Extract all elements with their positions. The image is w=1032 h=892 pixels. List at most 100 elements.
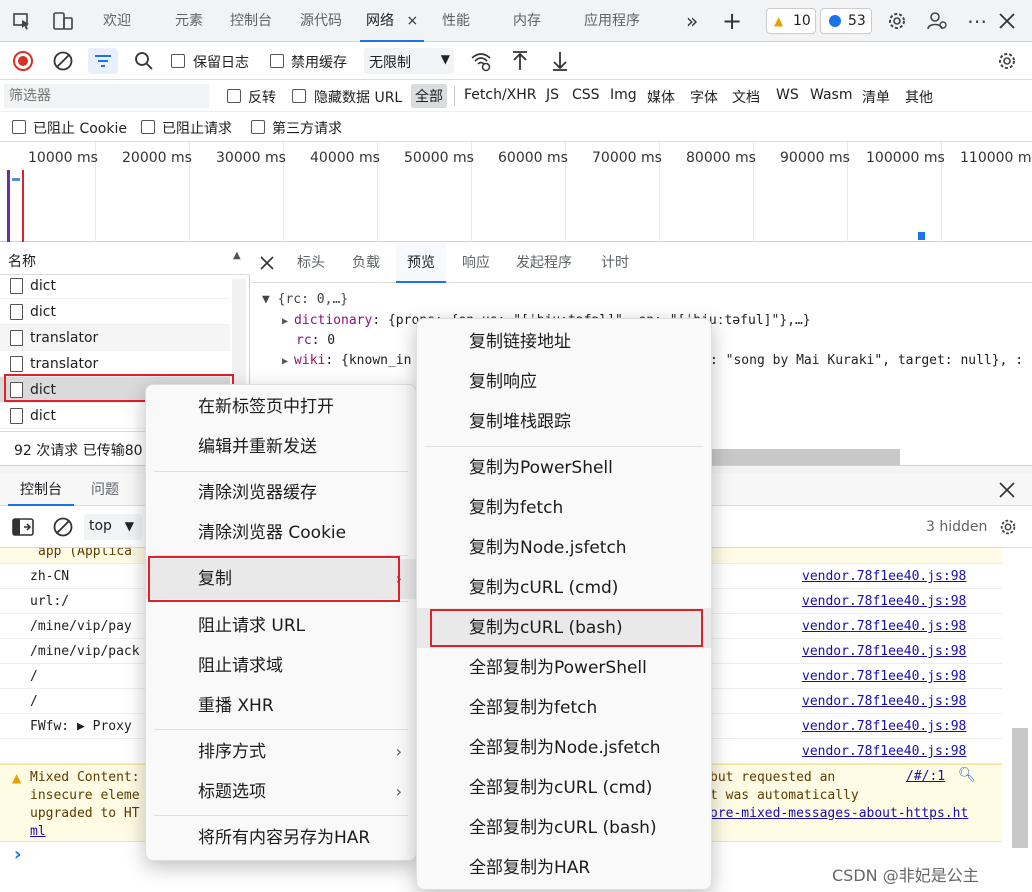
clear-icon[interactable] — [52, 50, 74, 72]
close-devtools-icon[interactable] — [996, 10, 1018, 32]
filter-type-doc[interactable]: 文档 — [732, 87, 760, 107]
export-har-icon[interactable] — [549, 50, 571, 72]
search-issue-icon[interactable]: 🔍︎ — [958, 767, 976, 783]
source-link[interactable]: vendor.78f1ee40.js:98 — [802, 714, 966, 739]
close-detail-icon[interactable] — [259, 255, 275, 271]
source-link[interactable]: vendor.78f1ee40.js:98 — [802, 689, 966, 714]
filter-type-img[interactable]: Img — [610, 87, 637, 103]
menu-open-in-new-tab[interactable]: 在新标签页中打开 — [146, 387, 416, 427]
hide-data-urls-checkbox[interactable] — [292, 89, 306, 103]
menu-copy-stack-trace[interactable]: 复制堆栈跟踪 — [417, 402, 711, 442]
tab-application[interactable]: 应用程序 — [584, 0, 640, 42]
more-tabs-icon[interactable]: » — [686, 0, 698, 42]
menu-copy-response[interactable]: 复制响应 — [417, 362, 711, 402]
preview-root[interactable]: ▼ {rc: 0,…} — [262, 292, 348, 307]
invert-checkbox[interactable] — [227, 89, 241, 103]
menu-edit-and-resend[interactable]: 编辑并重新发送 — [146, 427, 416, 467]
request-list-header[interactable]: 名称 ▲ — [0, 243, 250, 275]
menu-copy-as-curl-cmd[interactable]: 复制为cURL (cmd) — [417, 568, 711, 608]
filter-type-other[interactable]: 其他 — [905, 87, 933, 107]
tab-welcome[interactable]: 欢迎 — [103, 0, 131, 42]
source-link[interactable]: vendor.78f1ee40.js:98 — [802, 664, 966, 689]
tab-initiator[interactable]: 发起程序 — [516, 243, 572, 283]
third-party-checkbox[interactable] — [251, 120, 265, 134]
request-row[interactable]: translator — [0, 325, 230, 351]
tab-payload[interactable]: 负载 — [352, 243, 380, 283]
source-link[interactable]: vendor.78f1ee40.js:98 — [802, 589, 966, 614]
tab-response[interactable]: 响应 — [462, 243, 490, 283]
menu-clear-browser-cache[interactable]: 清除浏览器缓存 — [146, 473, 416, 513]
tab-console[interactable]: 控制台 — [230, 0, 272, 42]
throttle-select[interactable]: 无限制 ▼ — [364, 48, 454, 74]
device-emulation-icon[interactable] — [52, 11, 74, 31]
warning-link[interactable]: ore-mixed-messages-about-https.ht — [710, 805, 968, 823]
tab-preview[interactable]: 预览 — [396, 243, 446, 283]
tab-sources[interactable]: 源代码 — [300, 0, 342, 42]
preserve-log-checkbox[interactable] — [171, 54, 185, 68]
menu-copy-link-address[interactable]: 复制链接地址 — [417, 322, 711, 362]
filter-type-js[interactable]: JS — [546, 87, 559, 103]
menu-copy-all-as-nodejs-fetch[interactable]: 全部复制为Node.jsfetch — [417, 728, 711, 768]
search-icon[interactable] — [133, 50, 155, 72]
request-row[interactable]: dict — [0, 273, 230, 299]
filter-input[interactable] — [4, 84, 209, 108]
menu-copy-as-powershell[interactable]: 复制为PowerShell — [417, 448, 711, 488]
add-tab-icon[interactable]: + — [722, 0, 742, 42]
tab-network[interactable]: 网络 × — [360, 0, 425, 42]
filter-type-fetch-xhr[interactable]: Fetch/XHR — [464, 87, 537, 103]
import-har-icon[interactable] — [509, 50, 531, 72]
menu-copy-as-fetch[interactable]: 复制为fetch — [417, 488, 711, 528]
console-sidebar-icon[interactable] — [12, 517, 34, 537]
warning-source-link[interactable]: /#/:1 — [906, 769, 945, 784]
menu-copy-as-nodejs-fetch[interactable]: 复制为Node.jsfetch — [417, 528, 711, 568]
blocked-requests-checkbox[interactable] — [141, 120, 155, 134]
timeline-overview[interactable]: 10000 ms 20000 ms 30000 ms 40000 ms 5000… — [0, 142, 1032, 242]
close-tab-icon[interactable]: × — [406, 13, 418, 29]
tab-memory[interactable]: 内存 — [513, 0, 541, 42]
menu-copy-all-as-fetch[interactable]: 全部复制为fetch — [417, 688, 711, 728]
filter-type-media[interactable]: 媒体 — [647, 87, 675, 107]
drawer-tab-console[interactable]: 控制台 — [8, 474, 74, 506]
tab-headers[interactable]: 标头 — [297, 243, 325, 283]
close-drawer-icon[interactable] — [998, 481, 1016, 499]
menu-header-options[interactable]: 标题选项 › — [146, 772, 416, 812]
messages-badge[interactable]: 53 — [820, 8, 872, 34]
disable-cache-checkbox[interactable] — [270, 54, 284, 68]
context-select[interactable]: top ▼ — [84, 514, 142, 540]
settings-gear-icon[interactable] — [886, 10, 908, 32]
more-options-icon[interactable]: ⋯ — [966, 9, 988, 33]
source-link[interactable]: vendor.78f1ee40.js:98 — [802, 564, 966, 589]
filter-type-wasm[interactable]: Wasm — [810, 87, 852, 103]
blocked-cookies-checkbox[interactable] — [12, 120, 26, 134]
drawer-tab-issues[interactable]: 问题 — [91, 474, 119, 506]
filter-type-css[interactable]: CSS — [572, 87, 600, 103]
menu-block-request-url[interactable]: 阻止请求 URL — [146, 606, 416, 646]
console-settings-gear-icon[interactable] — [998, 517, 1018, 537]
request-row[interactable]: dict — [0, 299, 230, 325]
filter-type-font[interactable]: 字体 — [690, 87, 718, 107]
menu-sort-by[interactable]: 排序方式 › — [146, 732, 416, 772]
tab-performance[interactable]: 性能 — [442, 0, 470, 42]
source-link[interactable]: vendor.78f1ee40.js:98 — [802, 614, 966, 639]
network-settings-gear-icon[interactable] — [996, 50, 1018, 72]
preview-horizontal-scrollbar[interactable] — [710, 449, 900, 465]
warnings-badge[interactable]: ▲ 10 — [766, 8, 816, 34]
menu-copy-all-as-curl-bash[interactable]: 全部复制为cURL (bash) — [417, 808, 711, 848]
menu-copy-all-as-curl-cmd[interactable]: 全部复制为cURL (cmd) — [417, 768, 711, 808]
menu-clear-browser-cookies[interactable]: 清除浏览器 Cookie — [146, 513, 416, 553]
source-link[interactable]: vendor.78f1ee40.js:98 — [802, 739, 966, 764]
filter-type-ws[interactable]: WS — [776, 87, 799, 103]
filter-type-manifest[interactable]: 清单 — [862, 87, 890, 107]
hidden-count[interactable]: 3 hidden — [926, 519, 987, 535]
menu-save-all-as-har[interactable]: 将所有内容另存为HAR — [146, 818, 416, 858]
warning-line[interactable]: ml — [30, 823, 140, 841]
console-scrollbar[interactable] — [1012, 728, 1028, 848]
menu-block-request-domain[interactable]: 阻止请求域 — [146, 646, 416, 686]
menu-replay-xhr[interactable]: 重播 XHR — [146, 686, 416, 726]
filter-type-all[interactable]: 全部 — [411, 84, 447, 108]
user-feedback-icon[interactable] — [926, 10, 948, 32]
tab-elements[interactable]: 元素 — [175, 0, 203, 42]
network-conditions-icon[interactable] — [470, 50, 492, 72]
preview-wiki[interactable]: ▶ wiki: {known_in — [282, 353, 411, 368]
clear-console-icon[interactable] — [52, 516, 74, 538]
